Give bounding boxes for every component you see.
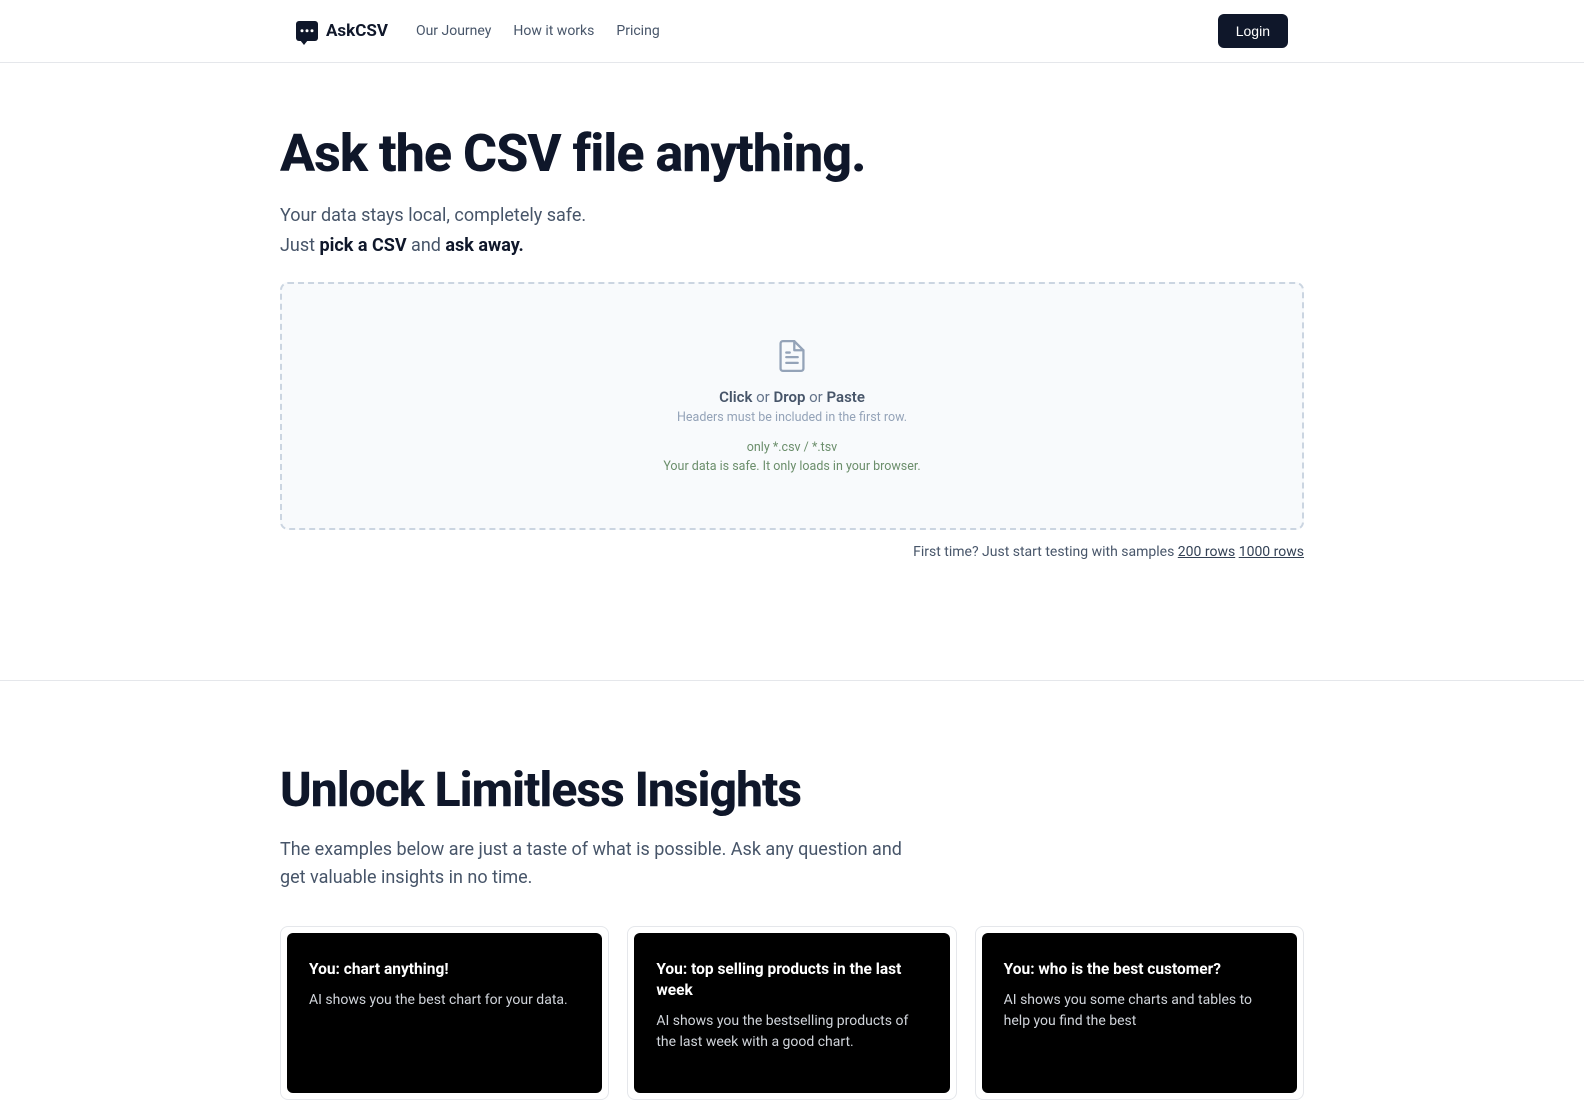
nav-how-it-works[interactable]: How it works (513, 23, 594, 39)
header: AskCSV Our Journey How it works Pricing … (0, 0, 1584, 63)
dropzone-headers-note: Headers must be included in the first ro… (302, 410, 1282, 425)
card-desc: AI shows you some charts and tables to h… (1004, 990, 1275, 1032)
dropzone-click: Click (719, 388, 752, 406)
card-title: You: chart anything! (309, 959, 580, 980)
example-card[interactable]: You: chart anything! AI shows you the be… (280, 926, 609, 1100)
dropzone-or1: or (752, 388, 773, 406)
card-title: You: top selling products in the last we… (656, 959, 927, 1001)
hero-subtitle-just: Just (280, 235, 320, 256)
hero-subtitle-and: and (407, 235, 446, 256)
login-button[interactable]: Login (1218, 14, 1288, 48)
card-desc: AI shows you the best chart for your dat… (309, 990, 580, 1011)
hero-subtitle-pick: pick a CSV (320, 235, 407, 256)
hero-subtitle: Your data stays local, completely safe. … (280, 202, 1304, 260)
insights-subtitle: The examples below are just a taste of w… (280, 836, 920, 892)
samples-row: First time? Just start testing with samp… (280, 544, 1304, 560)
chat-bubble-icon (296, 21, 318, 41)
hero-subtitle-line1: Your data stays local, completely safe. (280, 205, 586, 226)
nav-pricing[interactable]: Pricing (616, 23, 659, 39)
sample-1000-rows-link[interactable]: 1000 rows (1239, 544, 1304, 560)
main-nav: Our Journey How it works Pricing (416, 23, 660, 39)
card-desc: AI shows you the bestselling products of… (656, 1011, 927, 1053)
insights-title: Unlock Limitless Insights (280, 761, 1304, 818)
nav-our-journey[interactable]: Our Journey (416, 23, 491, 39)
dropzone-drop: Drop (774, 388, 806, 406)
example-card[interactable]: You: who is the best customer? AI shows … (975, 926, 1304, 1100)
hero-section: Ask the CSV file anything. Your data sta… (280, 63, 1304, 610)
file-dropzone[interactable]: Click or Drop or Paste Headers must be i… (280, 282, 1304, 531)
dropzone-title: Click or Drop or Paste (302, 388, 1282, 406)
file-document-icon (778, 340, 806, 372)
hero-subtitle-ask: ask away. (445, 235, 523, 256)
sample-200-rows-link[interactable]: 200 rows (1178, 544, 1235, 560)
example-cards: You: chart anything! AI shows you the be… (280, 926, 1304, 1100)
hero-title: Ask the CSV file anything. (280, 123, 1304, 184)
dropzone-or2: or (805, 388, 826, 406)
dropzone-paste: Paste (826, 388, 864, 406)
samples-prefix: First time? Just start testing with samp… (913, 544, 1178, 560)
insights-section: Unlock Limitless Insights The examples b… (280, 681, 1304, 1100)
logo[interactable]: AskCSV (296, 21, 388, 41)
brand-name: AskCSV (326, 21, 388, 41)
example-card[interactable]: You: top selling products in the last we… (627, 926, 956, 1100)
card-title: You: who is the best customer? (1004, 959, 1275, 980)
dropzone-safety: Your data is safe. It only loads in your… (302, 458, 1282, 477)
dropzone-file-types: only *.csv / *.tsv (302, 439, 1282, 458)
